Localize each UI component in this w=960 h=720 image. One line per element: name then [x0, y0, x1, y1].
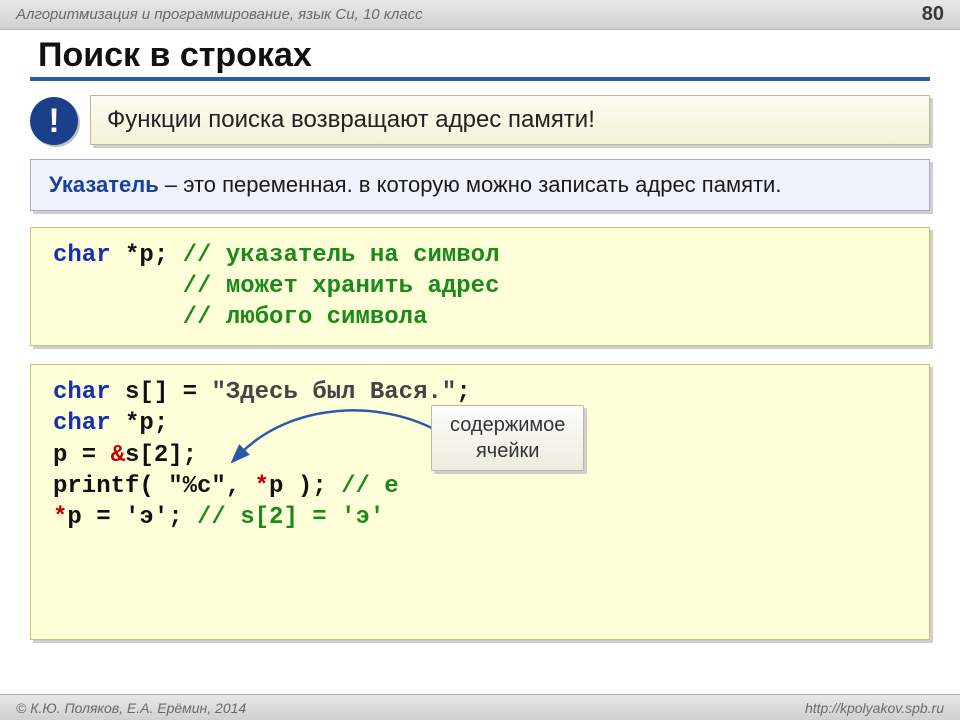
code-keyword: char	[53, 410, 111, 437]
code-comment: // s[2] = 'э'	[197, 504, 384, 531]
code-text: p );	[269, 473, 341, 500]
code-string: "Здесь был Вася."	[211, 379, 456, 406]
note-row: ! Функции поиска возвращают адрес памяти…	[30, 95, 930, 145]
code-text: ;	[456, 379, 470, 406]
footer-url: http://kpolyakov.spb.ru	[805, 700, 944, 716]
title-underline	[30, 77, 930, 81]
code-text: s[2];	[125, 442, 197, 469]
footer-bar: © К.Ю. Поляков, Е.А. Ерёмин, 2014 http:/…	[0, 694, 960, 720]
note-box: Функции поиска возвращают адрес памяти!	[90, 95, 930, 145]
code-text: p =	[53, 442, 111, 469]
copyright-text: © К.Ю. Поляков, Е.А. Ерёмин, 2014	[16, 700, 246, 716]
code-block-2: char s[] = "Здесь был Вася."; char *p; p…	[30, 364, 930, 640]
code-block-1: char *p; // указатель на символ // может…	[30, 227, 930, 347]
code-comment: // может хранить адрес	[183, 273, 500, 300]
code-text: s[] =	[111, 379, 212, 406]
slide-title: Поиск в строках	[30, 36, 930, 75]
course-line: Алгоритмизация и программирование, язык …	[16, 6, 423, 23]
code-operator: *	[255, 473, 269, 500]
code-text: *p;	[111, 410, 169, 437]
callout-box: содержимое ячейки	[431, 405, 584, 471]
definition-term: Указатель	[49, 172, 159, 197]
code-text: *p;	[111, 242, 183, 269]
definition-rest: – это переменная. в которую можно записа…	[159, 172, 782, 197]
definition-box: Указатель – это переменная. в которую мо…	[30, 159, 930, 211]
slide-content: Поиск в строках ! Функции поиска возвращ…	[0, 30, 960, 640]
code-comment: // любого символа	[183, 304, 428, 331]
code-pad	[53, 273, 183, 300]
header-bar: Алгоритмизация и программирование, язык …	[0, 0, 960, 30]
page-number: 80	[922, 3, 944, 26]
exclamation-icon: !	[30, 97, 78, 145]
code-text: p = 'э';	[67, 504, 197, 531]
code-pad	[53, 304, 183, 331]
code-comment: // указатель на символ	[183, 242, 500, 269]
code-keyword: char	[53, 242, 111, 269]
code-operator: *	[53, 504, 67, 531]
code-operator: &	[111, 442, 125, 469]
code-text: printf( "%c",	[53, 473, 255, 500]
code-comment: // е	[341, 473, 399, 500]
code-keyword: char	[53, 379, 111, 406]
